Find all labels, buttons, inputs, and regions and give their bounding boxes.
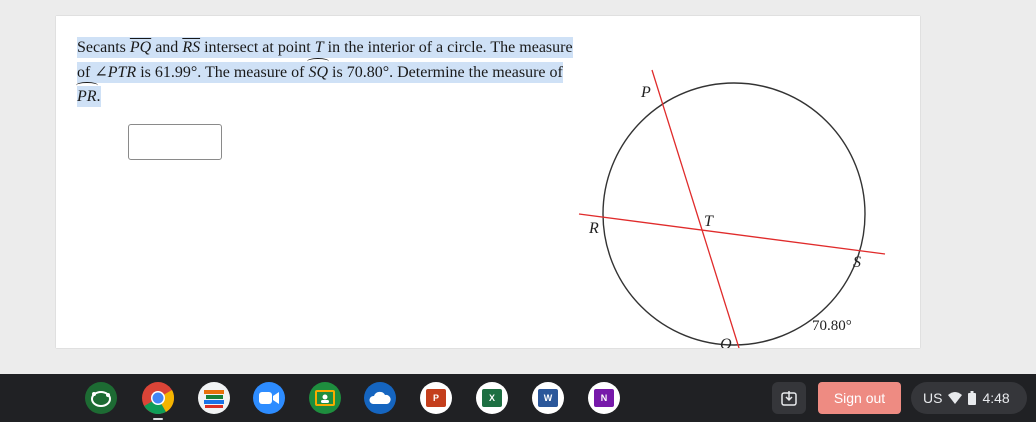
zoom-icon[interactable] — [253, 382, 285, 414]
word-icon[interactable]: W — [532, 382, 564, 414]
sign-out-button[interactable]: Sign out — [818, 382, 901, 414]
powerpoint-glyph: P — [426, 389, 446, 407]
powerpoint-icon[interactable]: P — [420, 382, 452, 414]
clock: 4:48 — [982, 390, 1010, 406]
secant-pq — [651, 69, 740, 348]
geogebra-icon[interactable] — [85, 382, 117, 414]
onedrive-icon[interactable] — [364, 382, 396, 414]
circle — [602, 82, 866, 346]
taskbar: P X W N Sign out US 4:48 — [0, 374, 1036, 422]
onenote-glyph: N — [594, 389, 614, 407]
onenote-icon[interactable]: N — [588, 382, 620, 414]
word-glyph: W — [538, 389, 558, 407]
question-card: Secants PQ and RS intersect at point T i… — [56, 16, 920, 348]
label-q: Q — [720, 336, 732, 348]
label-s: S — [853, 254, 861, 271]
secant-rs — [578, 213, 886, 255]
keyboard-locale: US — [923, 390, 943, 406]
classroom-icon[interactable] — [309, 382, 341, 414]
label-t: T — [704, 213, 714, 230]
label-p: P — [640, 84, 651, 101]
battery-icon — [968, 391, 977, 405]
holding-space-button[interactable] — [772, 382, 806, 414]
books-icon[interactable] — [198, 382, 230, 414]
excel-icon[interactable]: X — [476, 382, 508, 414]
arc-measure-label: 70.80° — [812, 318, 852, 334]
system-status-area[interactable]: US 4:48 — [911, 382, 1027, 414]
active-app-indicator — [153, 418, 163, 420]
chrome-icon[interactable] — [142, 382, 174, 414]
download-tray-icon — [781, 391, 797, 406]
label-r: R — [588, 220, 599, 237]
excel-glyph: X — [482, 389, 502, 407]
circle-diagram: P R T S Q 70.80° — [578, 69, 886, 348]
wifi-icon — [948, 392, 963, 404]
